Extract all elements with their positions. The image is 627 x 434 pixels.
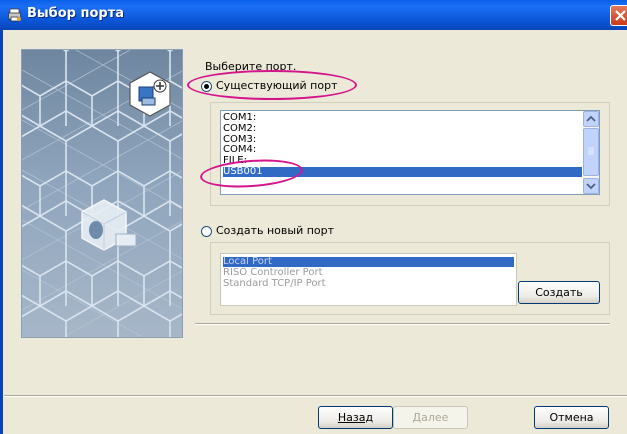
port-list-scrollbar[interactable] xyxy=(583,111,599,194)
window-frame xyxy=(0,30,3,434)
footer-separator xyxy=(4,395,627,397)
port-type-item: Standard TCP/IP Port xyxy=(223,278,326,289)
back-button-label: Назад xyxy=(337,411,374,424)
title-bar[interactable]: Выбор порта xyxy=(0,0,627,30)
scroll-thumb[interactable] xyxy=(583,128,599,176)
scroll-up-button[interactable] xyxy=(583,111,599,127)
window-title: Выбор порта xyxy=(27,6,125,21)
close-button[interactable] xyxy=(610,5,627,26)
back-button[interactable]: Назад xyxy=(318,406,393,429)
port-type-item: RISO Controller Port xyxy=(223,267,323,278)
existing-port-label[interactable]: Существующий порт xyxy=(216,79,338,92)
chevron-up-icon xyxy=(586,115,596,122)
hexagon-pattern xyxy=(22,50,182,337)
existing-port-list[interactable]: COM1: COM2: COM3: COM4: FILE: USB001 xyxy=(220,110,600,195)
content-separator xyxy=(195,323,610,325)
port-type-item: Local Port xyxy=(223,257,514,267)
new-port-label[interactable]: Создать новый порт xyxy=(216,224,334,237)
port-list-item[interactable]: COM3: xyxy=(223,134,423,145)
close-icon xyxy=(615,10,626,21)
port-list-item[interactable]: COM4: xyxy=(223,145,423,155)
chevron-down-icon xyxy=(586,183,596,190)
next-button[interactable]: Далее xyxy=(393,406,468,429)
grip-icon xyxy=(588,147,594,155)
cancel-button[interactable]: Отмена xyxy=(534,406,609,429)
existing-port-radio[interactable] xyxy=(201,81,212,92)
create-port-button[interactable]: Создать xyxy=(518,281,600,304)
scroll-down-button[interactable] xyxy=(583,178,599,194)
port-type-list: Local Port RISO Controller Port Standard T… xyxy=(220,253,517,306)
instruction-text: Выберите порт. xyxy=(205,60,297,73)
port-list-item[interactable]: FILE: xyxy=(223,156,423,166)
new-port-radio[interactable] xyxy=(201,226,212,237)
port-list-item[interactable]: USB001 xyxy=(223,167,582,177)
port-list-item[interactable]: COM2: xyxy=(223,123,423,134)
printer-icon xyxy=(8,8,21,22)
port-list-item[interactable]: COM1: xyxy=(223,113,423,123)
wizard-illustration xyxy=(21,49,183,338)
